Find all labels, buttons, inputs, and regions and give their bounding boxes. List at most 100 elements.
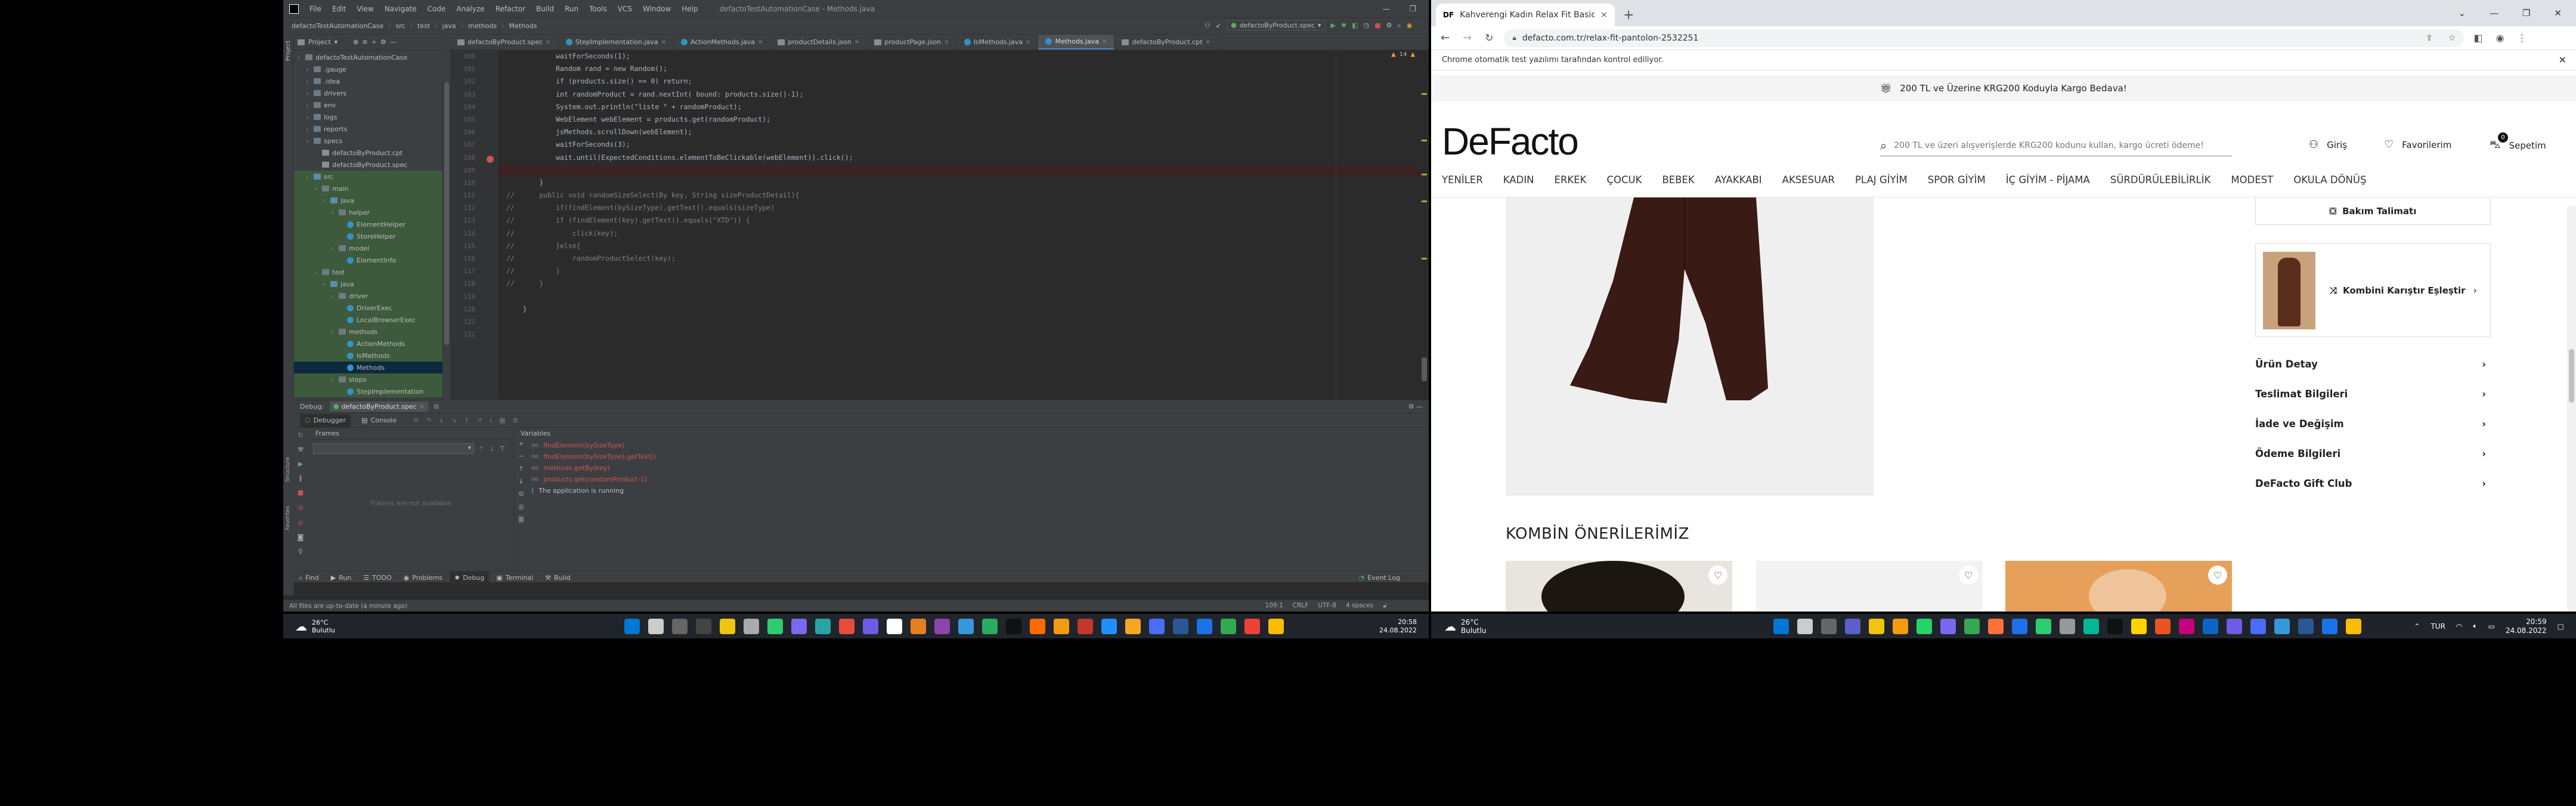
search-input[interactable]: ⌕ 200 TL ve üzeri alışverişlerde KRG200 …: [1880, 135, 2232, 156]
code-editor[interactable]: waitForSeconds(1); Random rand = new Ran…: [498, 50, 1429, 400]
code-line[interactable]: [498, 291, 1429, 303]
menu-icon[interactable]: ⋮: [2518, 32, 2527, 44]
menu-code[interactable]: Code: [428, 5, 446, 13]
taskbar-app-icon[interactable]: [982, 618, 998, 634]
collapse-icon[interactable]: ≡: [362, 38, 367, 46]
maximize-icon[interactable]: ❐: [1400, 0, 1426, 18]
project-tree-row[interactable]: › java: [294, 194, 442, 206]
project-tree-row[interactable]: › java: [294, 278, 442, 290]
chevron-right-icon[interactable]: ›: [331, 245, 336, 252]
category-link[interactable]: PLAJ GİYİM: [1855, 174, 1908, 186]
accordion-item[interactable]: Ürün Detay ›: [2255, 349, 2491, 379]
editor-tab[interactable]: defactoByProduct.spec ×: [450, 35, 559, 50]
editor-tab[interactable]: defactoByProduct.cpt ×: [1114, 35, 1218, 50]
code-line[interactable]: // randomProductSelect(key);: [498, 252, 1429, 265]
indent-setting[interactable]: 4 spaces: [1346, 602, 1373, 610]
back-arrow-icon[interactable]: ↙: [1216, 21, 1221, 29]
accordion-item[interactable]: Ödeme Bilgileri ›: [2255, 438, 2491, 468]
taskbar-app-icon[interactable]: [2107, 618, 2123, 634]
taskbar-app-icon[interactable]: [1797, 618, 1813, 634]
taskbar-app-icon[interactable]: [744, 618, 759, 634]
code-line[interactable]: // if(findElement(bySizeType).getText().…: [498, 202, 1429, 214]
taskbar-app-icon[interactable]: [1244, 618, 1260, 634]
chevron-right-icon[interactable]: ›: [331, 328, 336, 336]
address-bar[interactable]: 🔒︎ defacto.com.tr/relax-fit-pantolon-253…: [1504, 29, 2464, 47]
profile-icon[interactable]: ◷: [1364, 21, 1370, 29]
taskbar-app-icon[interactable]: [1101, 618, 1117, 634]
breadcrumb-methods-class[interactable]: Methods: [509, 22, 537, 30]
code-line[interactable]: // click(key);: [498, 227, 1429, 240]
menu-window[interactable]: Window: [643, 5, 671, 13]
menu-edit[interactable]: Edit: [332, 5, 346, 13]
taskbar-app-icon[interactable]: [958, 618, 974, 634]
project-tree-row[interactable]: › methods: [294, 326, 442, 338]
resume-icon[interactable]: ▶: [298, 460, 303, 468]
taskbar-app-icon[interactable]: [1125, 618, 1141, 634]
taskbar-app-icon[interactable]: [696, 618, 711, 634]
code-line[interactable]: if (products.size() == 0) return;: [498, 75, 1429, 88]
taskbar-app-icon[interactable]: [2274, 618, 2290, 634]
accordion-item[interactable]: İade ve Değişim ›: [2255, 409, 2491, 438]
editor-tab[interactable]: StepImplementation.java ×: [559, 35, 674, 50]
code-line[interactable]: [498, 328, 1429, 341]
close-icon[interactable]: ×: [661, 39, 666, 45]
add-icon[interactable]: +: [518, 440, 524, 447]
project-tree-row[interactable]: DriverExec: [294, 302, 442, 314]
project-tree-row[interactable]: › .idea: [294, 75, 442, 87]
tool-button-find[interactable]: ⌕ Find: [294, 572, 324, 584]
taskbar-app-icon[interactable]: [791, 618, 807, 634]
chevron-right-icon[interactable]: ›: [323, 197, 327, 205]
active-tab[interactable]: DF Kahverengi Kadın Relax Fit Basic ×: [1436, 4, 1615, 26]
chevron-right-icon[interactable]: ›: [306, 125, 311, 133]
close-icon[interactable]: ×: [1102, 38, 1107, 45]
chevron-right-icon[interactable]: ›: [306, 113, 311, 121]
taskbar-app-icon[interactable]: [2179, 618, 2194, 634]
lock-icon[interactable]: 🔓︎: [1383, 602, 1387, 610]
menu-build[interactable]: Build: [536, 5, 554, 13]
minimize-icon[interactable]: —: [2490, 8, 2498, 18]
breakpoint-code-line[interactable]: [498, 163, 1429, 177]
chevron-right-icon[interactable]: ›: [306, 173, 311, 181]
category-link[interactable]: OKULA DÖNÜŞ: [2293, 174, 2366, 186]
taskbar-app-icon[interactable]: [1964, 618, 1980, 634]
bookmark-star-icon[interactable]: ☆: [2448, 33, 2456, 43]
run-icon[interactable]: ▶: [1331, 21, 1336, 29]
code-line[interactable]: Random rand = new Random();: [498, 63, 1429, 75]
chevron-right-icon[interactable]: ›: [306, 89, 311, 97]
breadcrumb-src[interactable]: src: [396, 22, 405, 30]
taskbar-app-icon[interactable]: [2083, 618, 2099, 634]
new-tab-button[interactable]: +: [1623, 4, 1634, 26]
debug-icon[interactable]: ✹: [1341, 21, 1346, 29]
project-tool-tab[interactable]: Project: [285, 41, 292, 61]
share-icon[interactable]: ⇪: [2426, 33, 2433, 43]
back-icon[interactable]: ←: [1441, 32, 1450, 44]
editor-marker-strip[interactable]: [1419, 50, 1429, 400]
tool-button-run[interactable]: ▶ Run: [326, 572, 357, 584]
taskbar-app-icon[interactable]: [1845, 618, 1860, 634]
user-icon[interactable]: ⚇: [1205, 21, 1210, 29]
promo-banner[interactable]: 🎁︎ 200 TL ve Üzerine KRG200 Koduyla Karg…: [1431, 75, 2576, 101]
taskbar-app-icon[interactable]: [1821, 618, 1837, 634]
taskbar-app-icon[interactable]: [815, 618, 831, 634]
extension-icon[interactable]: ◧: [2473, 32, 2482, 44]
code-line[interactable]: // public void randomSizeSelect(By key, …: [498, 189, 1429, 202]
project-tree-row[interactable]: IsMethods: [294, 350, 442, 362]
taskbar-app-icon[interactable]: [1173, 618, 1188, 634]
locate-icon[interactable]: ⊕: [353, 38, 358, 46]
taskbar-app-icon[interactable]: [1773, 618, 1789, 634]
taskbar-app-icon[interactable]: [1869, 618, 1884, 634]
tool-button-debug[interactable]: ✹ Debug: [449, 572, 490, 584]
project-tree-row[interactable]: Methods: [294, 362, 442, 373]
list-icon[interactable]: ≣: [518, 515, 524, 523]
code-line[interactable]: }: [498, 303, 1429, 316]
recommendation-card-2[interactable]: ♡: [1756, 561, 1983, 612]
combine-card[interactable]: ⤨ Kombini Karıştır Eşleştir ›: [2255, 243, 2491, 337]
taskbar-app-icon[interactable]: [911, 618, 926, 634]
chevron-right-icon[interactable]: ›: [331, 292, 336, 300]
chevron-right-icon[interactable]: ›: [298, 54, 302, 61]
up-icon[interactable]: ↑: [479, 445, 484, 453]
taskbar-app-icon[interactable]: [2298, 618, 2314, 634]
code-line[interactable]: // }: [498, 277, 1429, 290]
category-link[interactable]: YENİLER: [1442, 174, 1483, 186]
profile-icon[interactable]: ◉: [2496, 32, 2504, 44]
